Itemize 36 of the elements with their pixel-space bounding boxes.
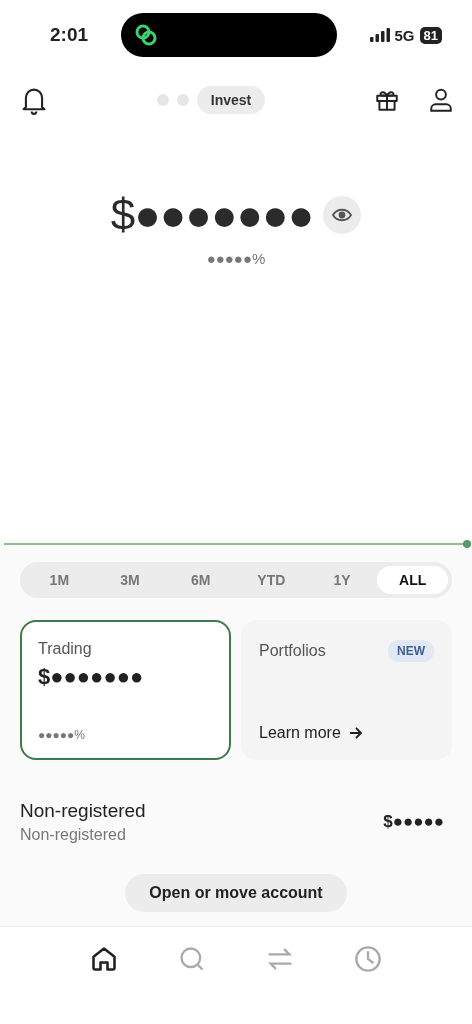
account-card[interactable]: Trading $●●●●●●● ●●●●●% (20, 620, 231, 760)
page-dot[interactable] (176, 94, 189, 106)
eye-icon (332, 208, 353, 222)
period-tab[interactable]: YTD (236, 566, 307, 594)
signal-icon (369, 28, 390, 42)
new-badge: NEW (388, 640, 434, 662)
open-account-button[interactable]: Open or move account (125, 874, 347, 912)
arrow-right-icon (348, 727, 363, 739)
learn-more-link[interactable]: Learn more (259, 724, 341, 742)
promo-card[interactable]: Portfolios NEW Learn more (241, 620, 452, 760)
profile-icon[interactable] (428, 87, 454, 113)
card-amount: $●●●●●●● (38, 664, 145, 690)
status-time: 2:01 (50, 24, 89, 46)
balance-change: ●●●●●% (206, 250, 266, 267)
battery-level: 81 (419, 26, 442, 44)
period-tab[interactable]: 3M (94, 566, 166, 594)
period-tab[interactable]: 6M (165, 566, 236, 594)
transfer-arrows-icon (266, 945, 294, 973)
nav-tab[interactable] (90, 945, 118, 973)
period-tab[interactable]: ALL (377, 566, 449, 594)
network-label: 5G (394, 26, 415, 44)
card-title: Trading (38, 640, 93, 658)
period-tab[interactable]: 1Y (306, 566, 378, 594)
total-balance: $●●●●●●● (110, 190, 314, 240)
account-balance: $●●●●● (383, 812, 444, 832)
page-tab[interactable]: Invest (196, 86, 266, 114)
page-dot[interactable] (156, 94, 169, 106)
search-icon (178, 945, 206, 973)
show-balance-button[interactable] (323, 196, 362, 234)
home-icon (90, 945, 118, 973)
account-name[interactable]: Non-registered (20, 800, 146, 822)
clock-icon (354, 945, 382, 973)
card-change: ●●●●●% (38, 728, 86, 742)
card-title: Portfolios (259, 642, 326, 660)
period-tab[interactable]: 1M (24, 566, 95, 594)
account-type: Non-registered (20, 826, 127, 844)
